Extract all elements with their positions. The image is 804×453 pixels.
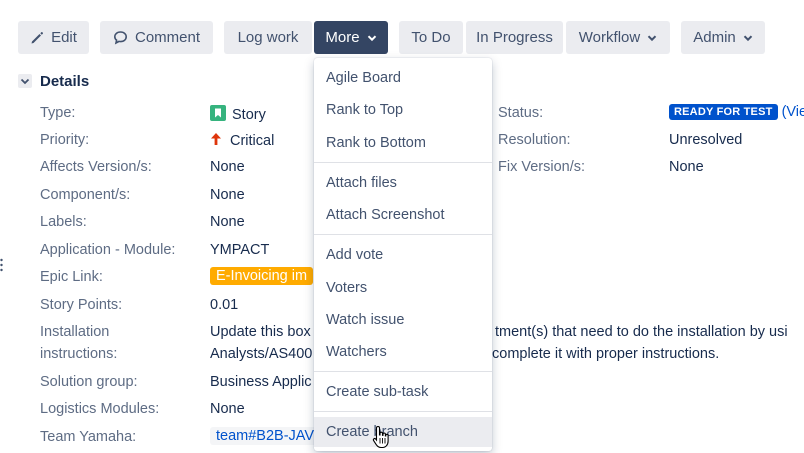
collapse-toggle-icon[interactable] bbox=[18, 74, 32, 88]
menu-item-agile-board[interactable]: Agile Board bbox=[314, 63, 492, 93]
in-progress-button[interactable]: In Progress bbox=[466, 21, 563, 54]
details-heading: Details bbox=[40, 73, 90, 90]
team-yamaha-value[interactable]: team#B2B-JAV bbox=[210, 427, 321, 445]
installation-value-line2: Analysts/AS400 bbox=[210, 346, 313, 362]
to-do-label: To Do bbox=[411, 29, 451, 46]
menu-item-create-sub-task[interactable]: Create sub-task bbox=[314, 377, 492, 407]
menu-item-attach-files[interactable]: Attach files bbox=[314, 168, 492, 198]
comment-label: Comment bbox=[134, 29, 201, 46]
type-value-text: Story bbox=[232, 107, 266, 123]
admin-label: Admin bbox=[693, 29, 736, 46]
comment-button[interactable]: Comment bbox=[100, 21, 213, 54]
fix-version-label: Fix Version/s: bbox=[498, 159, 586, 175]
priority-value-text: Critical bbox=[230, 133, 275, 149]
chevron-down-icon bbox=[367, 33, 377, 43]
menu-divider bbox=[314, 162, 492, 163]
priority-value: Critical bbox=[210, 132, 274, 150]
story-points-value: 0.01 bbox=[210, 297, 239, 313]
status-badge: READY FOR TEST bbox=[669, 104, 778, 120]
component-label: Component/s: bbox=[40, 187, 131, 203]
affects-version-label: Affects Version/s: bbox=[40, 159, 152, 175]
resolution-value: Unresolved bbox=[669, 132, 743, 148]
edit-button[interactable]: Edit bbox=[18, 21, 89, 54]
epic-link-label: Epic Link: bbox=[40, 269, 103, 285]
logistics-modules-value: None bbox=[210, 401, 245, 417]
installation-label-line2: instructions: bbox=[40, 346, 118, 362]
comment-icon bbox=[113, 30, 128, 45]
more-button[interactable]: More bbox=[314, 21, 388, 54]
menu-item-watchers[interactable]: Watchers bbox=[314, 337, 492, 367]
log-work-button[interactable]: Log work bbox=[224, 21, 312, 54]
menu-item-create-branch[interactable]: Create branch bbox=[314, 417, 492, 447]
resolution-label: Resolution: bbox=[498, 132, 571, 148]
pencil-icon bbox=[30, 31, 44, 45]
hand-pointer-cursor-icon bbox=[372, 425, 390, 453]
solution-group-value: Business Applic bbox=[210, 374, 312, 390]
team-yamaha-label: Team Yamaha: bbox=[40, 429, 137, 445]
priority-label: Priority: bbox=[40, 132, 90, 148]
menu-item-add-vote[interactable]: Add vote bbox=[314, 240, 492, 270]
story-points-label: Story Points: bbox=[40, 297, 123, 313]
installation-value-line1: Update this box bbox=[210, 324, 311, 340]
component-value: None bbox=[210, 187, 245, 203]
team-lozenge[interactable]: team#B2B-JAV bbox=[210, 427, 321, 445]
menu-item-voters[interactable]: Voters bbox=[314, 273, 492, 303]
to-do-button[interactable]: To Do bbox=[399, 21, 463, 54]
in-progress-label: In Progress bbox=[476, 29, 553, 46]
more-dropdown-menu: Agile Board Rank to Top Rank to Bottom A… bbox=[314, 58, 492, 451]
epic-lozenge[interactable]: E-Invoicing im bbox=[210, 267, 314, 285]
menu-item-watch-issue[interactable]: Watch issue bbox=[314, 305, 492, 335]
status-label: Status: bbox=[498, 105, 544, 121]
workflow-label: Workflow bbox=[578, 29, 641, 46]
labels-value: None bbox=[210, 214, 245, 230]
installation-value-line1-tail: tment(s) that need to do the installatio… bbox=[495, 324, 788, 340]
chevron-down-icon bbox=[743, 33, 753, 43]
solution-group-label: Solution group: bbox=[40, 374, 138, 390]
menu-item-rank-to-bottom[interactable]: Rank to Bottom bbox=[314, 128, 492, 158]
log-work-label: Log work bbox=[237, 29, 299, 46]
menu-divider bbox=[314, 411, 492, 412]
view-workflow-link[interactable]: (Vie bbox=[782, 104, 804, 120]
priority-critical-icon bbox=[210, 132, 222, 150]
story-icon bbox=[210, 105, 226, 125]
admin-button[interactable]: Admin bbox=[681, 21, 765, 54]
chevron-down-icon bbox=[647, 33, 657, 43]
epic-link-value[interactable]: E-Invoicing im bbox=[210, 267, 314, 285]
installation-label-line1: Installation bbox=[40, 324, 110, 340]
type-value: Story bbox=[210, 105, 266, 125]
menu-item-attach-screenshot[interactable]: Attach Screenshot bbox=[314, 200, 492, 230]
fix-version-value: None bbox=[669, 159, 704, 175]
drag-handle-icon[interactable] bbox=[0, 258, 3, 272]
type-label: Type: bbox=[40, 105, 76, 121]
menu-item-rank-to-top[interactable]: Rank to Top bbox=[314, 95, 492, 125]
more-label: More bbox=[325, 29, 360, 46]
logistics-modules-label: Logistics Modules: bbox=[40, 401, 160, 417]
workflow-button[interactable]: Workflow bbox=[566, 21, 670, 54]
menu-divider bbox=[314, 234, 492, 235]
status-value: READY FOR TEST (Vie bbox=[669, 104, 804, 120]
application-module-value: YMPACT bbox=[210, 242, 270, 258]
application-module-label: Application - Module: bbox=[40, 242, 176, 258]
labels-label: Labels: bbox=[40, 214, 87, 230]
menu-divider bbox=[314, 371, 492, 372]
installation-value-line2-tail: complete it with proper instructions. bbox=[492, 346, 720, 362]
affects-version-value: None bbox=[210, 159, 245, 175]
edit-label: Edit bbox=[51, 29, 77, 46]
